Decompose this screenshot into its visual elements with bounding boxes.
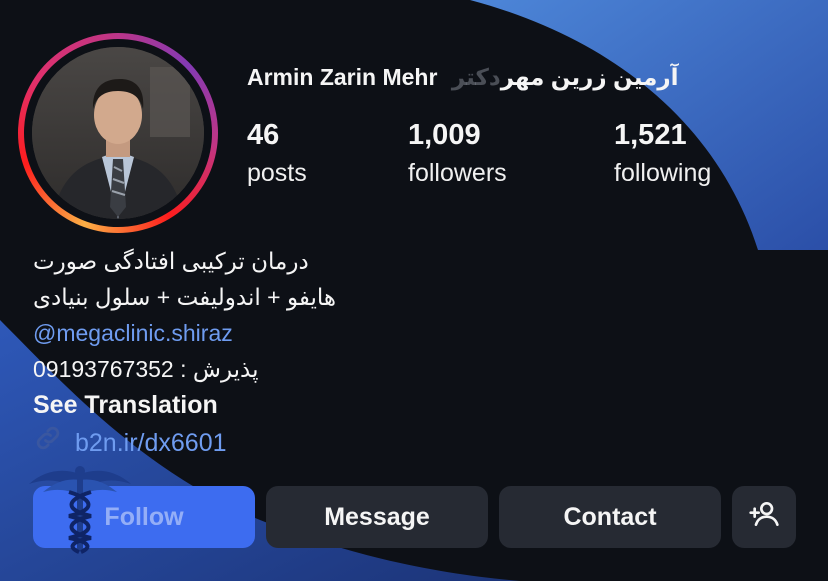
avatar [32, 47, 204, 219]
bio-phone: 09193767352 : پذیرش [33, 356, 259, 382]
followers-count: 1,009 [408, 119, 481, 151]
stat-posts[interactable]: 46 posts [247, 118, 307, 188]
bio-handle-link[interactable]: @megaclinic.shiraz [33, 315, 453, 351]
caduceus-icon [29, 466, 131, 554]
name-overlay: دکتر [451, 64, 501, 90]
contact-button[interactable]: Contact [499, 486, 721, 548]
bio-line-1: درمان ترکیبی افتادگی صورت [33, 248, 309, 274]
following-label: following [614, 159, 712, 187]
link-icon [33, 423, 63, 463]
profile-name: Armin Zarin Mehr آرمین زرین مهردکتر [247, 64, 679, 90]
posts-count: 46 [247, 119, 280, 151]
avatar-ring[interactable] [18, 33, 218, 233]
add-person-icon [748, 498, 780, 537]
followers-label: followers [408, 159, 507, 187]
posts-label: posts [247, 159, 307, 187]
bio-line-2: هایفو + اندولیفت + سلول بنیادی [33, 284, 337, 310]
message-button[interactable]: Message [266, 486, 488, 548]
following-count: 1,521 [614, 119, 687, 151]
bio: درمان ترکیبی افتادگی صورت هایفو + اندولی… [33, 243, 453, 463]
bio-website[interactable]: b2n.ir/dx6601 [33, 423, 453, 463]
stat-following[interactable]: 1,521 following [614, 118, 711, 188]
stat-followers[interactable]: 1,009 followers [408, 118, 507, 188]
see-translation-link[interactable]: See Translation [33, 387, 453, 423]
website-link[interactable]: b2n.ir/dx6601 [75, 425, 227, 461]
add-person-button[interactable] [732, 486, 796, 548]
